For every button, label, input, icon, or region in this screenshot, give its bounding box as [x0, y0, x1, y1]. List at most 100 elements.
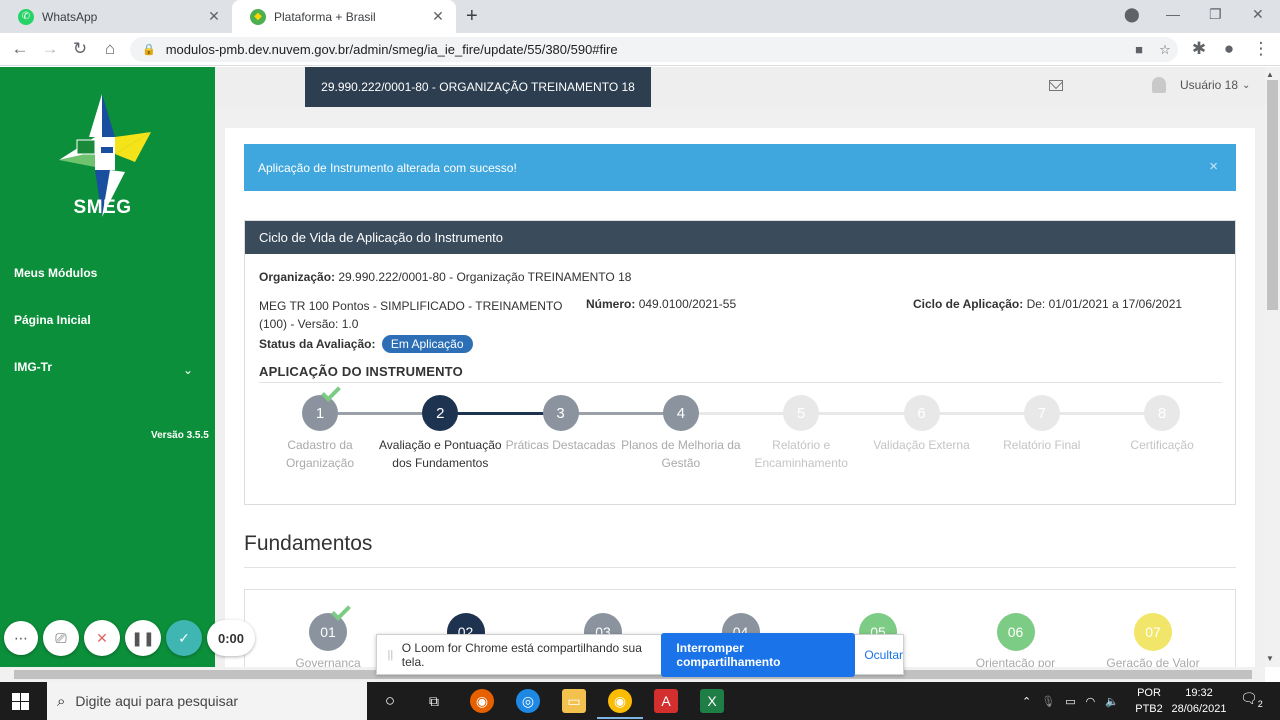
loom-more-button[interactable]: ⋯ — [4, 621, 38, 655]
wifi-icon[interactable]: ◠ — [1086, 695, 1096, 708]
step-2-circle[interactable]: 2 — [422, 395, 459, 431]
step-7-label: Relatório Final — [1003, 438, 1081, 452]
alert-message: Aplicação de Instrumento alterada com su… — [258, 160, 517, 175]
reload-icon[interactable]: ↻ — [70, 39, 90, 59]
step-1-circle[interactable]: 1 — [302, 395, 338, 431]
loom-cancel-button[interactable]: ✕ — [84, 620, 120, 656]
file-explorer-icon[interactable]: ▭ — [562, 689, 586, 713]
chevron-up-icon[interactable]: ⌃ — [1022, 695, 1031, 708]
user-menu[interactable]: Usuário 18 ⌄ — [1152, 77, 1250, 93]
search-icon: ⌕ — [57, 692, 66, 710]
loom-camera-button[interactable]: ⎚ — [43, 620, 79, 656]
step-7-circle: 7 — [1023, 395, 1060, 431]
scroll-up-icon[interactable]: ▲ — [1266, 70, 1274, 79]
taskbar-search[interactable]: ⌕ Digite aqui para pesquisar — [47, 682, 367, 720]
sidebar: SMEG Meus Módulos Página Inicial IMG-Tr … — [0, 67, 215, 667]
divider — [244, 567, 1236, 568]
step-4-circle[interactable]: 4 — [662, 395, 699, 431]
loom-pause-button[interactable]: ❚❚ — [125, 620, 161, 656]
mail-icon[interactable] — [1049, 80, 1063, 91]
lock-icon: 🔒 — [142, 44, 156, 56]
notification-icon[interactable]: 🗨2 — [1240, 690, 1263, 709]
loom-message: O Loom for Chrome está compartilhando su… — [401, 640, 642, 669]
step-3-circle[interactable]: 3 — [542, 395, 579, 431]
address-bar[interactable]: 🔒 modulos-pmb.dev.nuvem.gov.br/admin/sme… — [130, 37, 1178, 62]
fundamento-01-circle[interactable]: 01 — [309, 613, 347, 651]
organization-selector[interactable]: 29.990.222/0001-80 - ORGANIZAÇÃO TREINAM… — [305, 67, 651, 107]
chrome-icon[interactable]: ◉ — [608, 689, 632, 713]
lang-code: POR — [1137, 687, 1161, 699]
close-tab-icon[interactable]: ✕ — [206, 8, 222, 25]
close-icon[interactable]: × — [1209, 158, 1218, 175]
chevron-down-icon: ⌄ — [1242, 79, 1251, 91]
excel-icon[interactable]: X — [700, 689, 724, 713]
extensions-icon[interactable]: ✱ — [1189, 39, 1209, 59]
loom-finish-button[interactable]: ✓ — [166, 620, 202, 656]
acrobat-icon[interactable]: A — [654, 689, 678, 713]
tab-title: WhatsApp — [42, 9, 98, 24]
logo-text: SMEG — [73, 197, 132, 218]
fundamentos-title: Fundamentos — [244, 532, 373, 555]
version-label: Versão 3.5.5 — [151, 430, 209, 441]
step-1-label: Cadastro da Organização — [285, 438, 355, 470]
user-name: Usuário 18 — [1180, 78, 1239, 92]
notification-count: 2 — [1257, 698, 1263, 709]
profile-icon[interactable]: ● — [1219, 39, 1239, 59]
search-placeholder: Digite aqui para pesquisar — [75, 693, 239, 709]
tab-plataforma-brasil[interactable]: ◆ Plataforma + Brasil ✕ — [232, 0, 456, 33]
browser-app-icon[interactable]: ◎ — [516, 689, 540, 713]
sidebar-item-meus-modulos[interactable]: Meus Módulos — [14, 266, 97, 280]
success-alert: Aplicação de Instrumento alterada com su… — [244, 144, 1236, 191]
tab-whatsapp[interactable]: ✆ WhatsApp ✕ — [0, 0, 232, 33]
task-view-icon[interactable]: ⧉ — [422, 689, 446, 713]
window-close-icon[interactable]: ✕ — [1252, 6, 1264, 23]
fundamento-06-circle[interactable]: 06 — [996, 613, 1035, 651]
menu-icon[interactable]: ⋮ — [1251, 39, 1271, 59]
back-icon[interactable]: ← — [10, 39, 30, 59]
loom-timer: 0:00 — [207, 620, 255, 656]
volume-icon[interactable]: 🔈 — [1105, 695, 1119, 708]
step-4-label: Planos de Melhoria da Gestão — [621, 438, 741, 470]
minimize-icon[interactable]: — — [1166, 6, 1180, 22]
step-6-label: Validação Externa — [873, 438, 970, 452]
windows-start-icon[interactable] — [12, 693, 29, 710]
step-6-circle: 6 — [903, 395, 940, 431]
profile-dropdown-icon[interactable]: ⬤ — [1124, 6, 1140, 23]
whatsapp-icon: ✆ — [18, 8, 34, 25]
chevron-down-icon[interactable]: ⌄ — [183, 363, 193, 377]
fundamento-07-circle[interactable]: 07 — [1134, 613, 1172, 651]
sidebar-item-pagina-inicial[interactable]: Página Inicial — [14, 313, 91, 327]
microphone-icon[interactable]: 🎙 — [1041, 695, 1055, 708]
bookmark-star-icon[interactable]: ☆ — [1152, 42, 1178, 58]
step-5-label: Relatório e Encaminhamento — [754, 438, 848, 470]
browser-toolbar: ← → ↻ ⌂ 🔒 modulos-pmb.dev.nuvem.gov.br/a… — [0, 33, 1280, 66]
hide-button[interactable]: Ocultar — [864, 648, 903, 662]
taskbar-clock[interactable]: 19:32 28/06/2021 — [1170, 685, 1228, 717]
drag-handle-icon[interactable]: || — [381, 649, 400, 661]
step-8-circle: 8 — [1144, 395, 1181, 431]
new-tab-button[interactable]: + — [466, 5, 478, 28]
cortana-icon[interactable]: ○ — [378, 689, 402, 713]
avatar — [1152, 77, 1166, 93]
step-2-label: Avaliação e Pontuação dos Fundamentos — [379, 438, 502, 470]
home-icon[interactable]: ⌂ — [100, 39, 120, 59]
forward-icon[interactable]: → — [40, 39, 60, 59]
stop-sharing-button[interactable]: Interromper compartilhamento — [661, 632, 856, 677]
camera-icon[interactable]: ■ — [1126, 42, 1152, 57]
stepper: 1 Cadastro da Organização 2 Avaliação e Pon… — [245, 221, 1237, 506]
sidebar-item-img-tr[interactable]: IMG-Tr — [14, 360, 52, 374]
language-indicator[interactable]: POR PTB2 — [1134, 685, 1164, 717]
firefox-icon[interactable]: ◉ — [470, 689, 494, 713]
brasil-icon: ◆ — [250, 8, 266, 25]
restore-icon[interactable]: ❐ — [1209, 6, 1222, 23]
keyboard-layout: PTB2 — [1135, 703, 1163, 715]
scrollbar-thumb[interactable] — [1267, 80, 1278, 310]
lifecycle-panel: Ciclo de Vida de Aplicação do Instrument… — [244, 220, 1236, 505]
url-text: modulos-pmb.dev.nuvem.gov.br/admin/smeg/… — [165, 42, 618, 57]
tab-title: Plataforma + Brasil — [274, 9, 376, 24]
battery-icon[interactable]: ▭ — [1065, 695, 1075, 708]
step-3-label: Práticas Destacadas — [505, 438, 616, 452]
scroll-down-icon[interactable]: ▼ — [1266, 654, 1274, 663]
loom-share-bar: || O Loom for Chrome está compartilhando… — [376, 632, 904, 677]
close-tab-icon[interactable]: ✕ — [430, 8, 446, 25]
